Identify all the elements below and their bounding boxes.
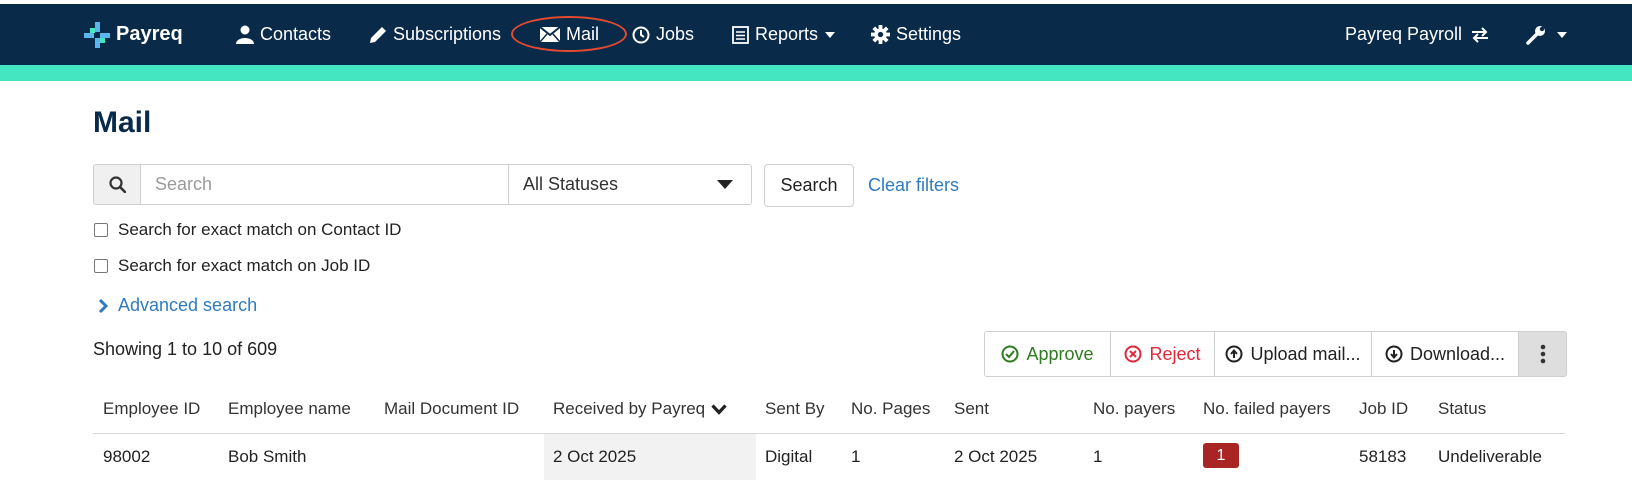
nav-jobs[interactable]: Jobs [632, 4, 694, 65]
cell-no-pages: 1 [851, 447, 861, 466]
nav-settings-label: Settings [896, 24, 962, 44]
column-header-status[interactable]: Status [1438, 399, 1486, 419]
gear-icon [871, 25, 890, 44]
results-count: Showing 1 to 10 of 609 [93, 339, 278, 359]
sort-descending-icon [711, 403, 727, 415]
account-switcher[interactable]: Payreq Payroll [1345, 4, 1490, 65]
nav-reports-label: Reports [755, 24, 819, 44]
account-name: Payreq Payroll [1345, 24, 1463, 44]
status-select[interactable]: All Statuses [509, 164, 752, 205]
cell-job-id: 58183 [1359, 447, 1407, 466]
cell-received: 2 Oct 2025 [553, 447, 637, 466]
advanced-search-label: Advanced search [118, 295, 258, 315]
cell-status: Undeliverable [1438, 447, 1542, 466]
pencil-icon [370, 26, 386, 43]
download-label: Download... [1409, 343, 1506, 364]
column-header-no-payers[interactable]: No. payers [1093, 399, 1175, 419]
caret-down-icon [717, 180, 733, 189]
clock-icon [632, 26, 650, 43]
column-header-no-pages[interactable]: No. Pages [851, 399, 930, 419]
upload-mail-label: Upload mail... [1250, 343, 1361, 364]
top-navbar: Payreq Contacts Subscriptions Mail Jobs [0, 4, 1632, 65]
search-addon [93, 164, 140, 205]
swap-icon [1472, 26, 1489, 43]
upload-mail-button[interactable]: Upload mail... [1214, 331, 1371, 377]
envelope-icon [540, 27, 560, 42]
list-icon [732, 25, 749, 44]
column-header-sent[interactable]: Sent [954, 399, 989, 419]
table-header-divider [93, 433, 1565, 434]
exact-job-label: Search for exact match on Job ID [118, 256, 371, 275]
caret-down-icon [1557, 31, 1567, 38]
search-icon [108, 176, 126, 193]
nav-reports[interactable]: Reports [732, 4, 836, 65]
search-group: All Statuses [93, 164, 752, 205]
column-header-received[interactable]: Received by Payreq [553, 399, 727, 419]
cell-employee-id: 98002 [103, 447, 151, 466]
check-circle-icon [1001, 345, 1019, 363]
x-circle-icon [1124, 345, 1142, 363]
download-button[interactable]: Download... [1371, 331, 1518, 377]
exact-contact-checkbox[interactable] [94, 223, 108, 237]
exact-job-checkbox[interactable] [94, 259, 108, 273]
nav-settings[interactable]: Settings [871, 4, 961, 65]
accent-strip [0, 65, 1632, 81]
payreq-logo-icon [84, 21, 110, 48]
column-header-no-failed-payers[interactable]: No. failed payers [1203, 399, 1331, 419]
reject-button[interactable]: Reject [1110, 331, 1214, 377]
tools-menu[interactable] [1526, 4, 1567, 65]
wrench-icon [1526, 25, 1545, 45]
failed-payers-badge: 1 [1203, 443, 1239, 468]
nav-contacts-label: Contacts [260, 24, 332, 44]
chevron-right-icon [98, 298, 108, 313]
search-input[interactable] [140, 164, 509, 205]
more-actions-button[interactable] [1518, 331, 1567, 377]
status-select-value: All Statuses [523, 174, 619, 194]
cell-employee-name: Bob Smith [228, 447, 307, 466]
nav-contacts[interactable]: Contacts [236, 4, 331, 65]
advanced-search-toggle[interactable]: Advanced search [98, 295, 257, 316]
reject-label: Reject [1149, 343, 1201, 364]
column-header-received-label: Received by Payreq [553, 399, 706, 418]
exact-contact-label: Search for exact match on Contact ID [118, 220, 402, 239]
cell-sent: 2 Oct 2025 [954, 447, 1038, 466]
exact-contact-option: Search for exact match on Contact ID [94, 220, 401, 240]
download-circle-icon [1385, 345, 1403, 363]
approve-label: Approve [1026, 343, 1094, 364]
column-header-sent-by[interactable]: Sent By [765, 399, 825, 419]
cell-no-payers: 1 [1093, 447, 1103, 466]
bulk-actions-group: Approve Reject Upload mail... Download..… [984, 331, 1567, 377]
column-header-job-id[interactable]: Job ID [1359, 399, 1408, 419]
nav-mail[interactable]: Mail [540, 4, 599, 65]
column-header-mail-document-id[interactable]: Mail Document ID [384, 399, 519, 419]
search-button[interactable]: Search [764, 164, 854, 207]
brand-name: Payreq [116, 23, 183, 45]
column-header-employee-name[interactable]: Employee name [228, 399, 351, 419]
kebab-menu-icon [1540, 344, 1545, 364]
page-title: Mail [93, 106, 152, 139]
upload-circle-icon [1225, 345, 1243, 363]
clear-filters-link[interactable]: Clear filters [868, 175, 959, 196]
nav-mail-label: Mail [566, 24, 600, 44]
approve-button[interactable]: Approve [984, 331, 1110, 377]
cell-sent-by: Digital [765, 447, 813, 466]
brand-logo-link[interactable]: Payreq [84, 4, 183, 65]
exact-job-option: Search for exact match on Job ID [94, 256, 370, 276]
nav-jobs-label: Jobs [656, 24, 695, 44]
nav-subscriptions-label: Subscriptions [393, 24, 502, 44]
nav-subscriptions[interactable]: Subscriptions [369, 4, 501, 65]
caret-down-icon [825, 31, 836, 38]
column-header-employee-id[interactable]: Employee ID [103, 399, 200, 419]
user-icon [236, 25, 254, 44]
